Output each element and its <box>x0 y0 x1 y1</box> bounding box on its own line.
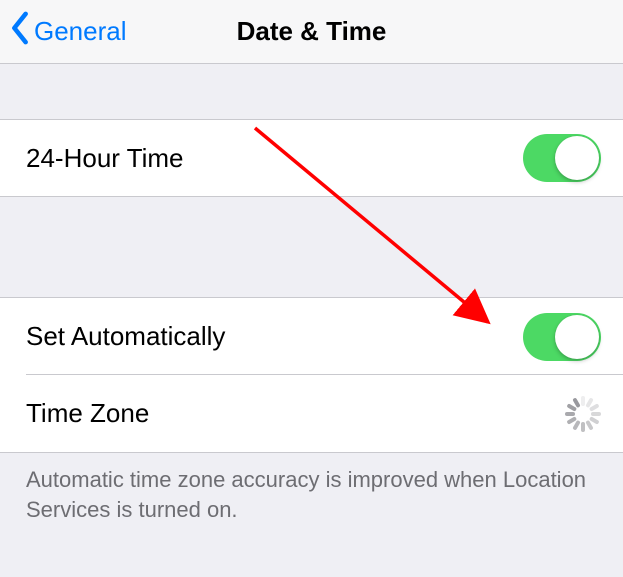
row-set-automatically[interactable]: Set Automatically <box>0 297 623 375</box>
toggle-knob <box>555 136 599 180</box>
row-24-hour-time[interactable]: 24-Hour Time <box>0 119 623 197</box>
footer-text: Automatic time zone accuracy is improved… <box>0 453 623 524</box>
group-gap <box>0 197 623 297</box>
row-time-zone[interactable]: Time Zone <box>0 375 623 453</box>
loading-spinner-icon <box>565 396 601 432</box>
navbar: General Date & Time <box>0 0 623 64</box>
group-gap <box>0 64 623 119</box>
toggle-knob <box>555 315 599 359</box>
back-button[interactable]: General <box>0 11 127 52</box>
toggle-24-hour-time[interactable] <box>523 134 601 182</box>
back-label: General <box>34 16 127 47</box>
row-label: 24-Hour Time <box>26 143 184 174</box>
toggle-set-automatically[interactable] <box>523 313 601 361</box>
chevron-left-icon <box>10 11 30 52</box>
row-label: Time Zone <box>26 398 149 429</box>
row-label: Set Automatically <box>26 321 225 352</box>
